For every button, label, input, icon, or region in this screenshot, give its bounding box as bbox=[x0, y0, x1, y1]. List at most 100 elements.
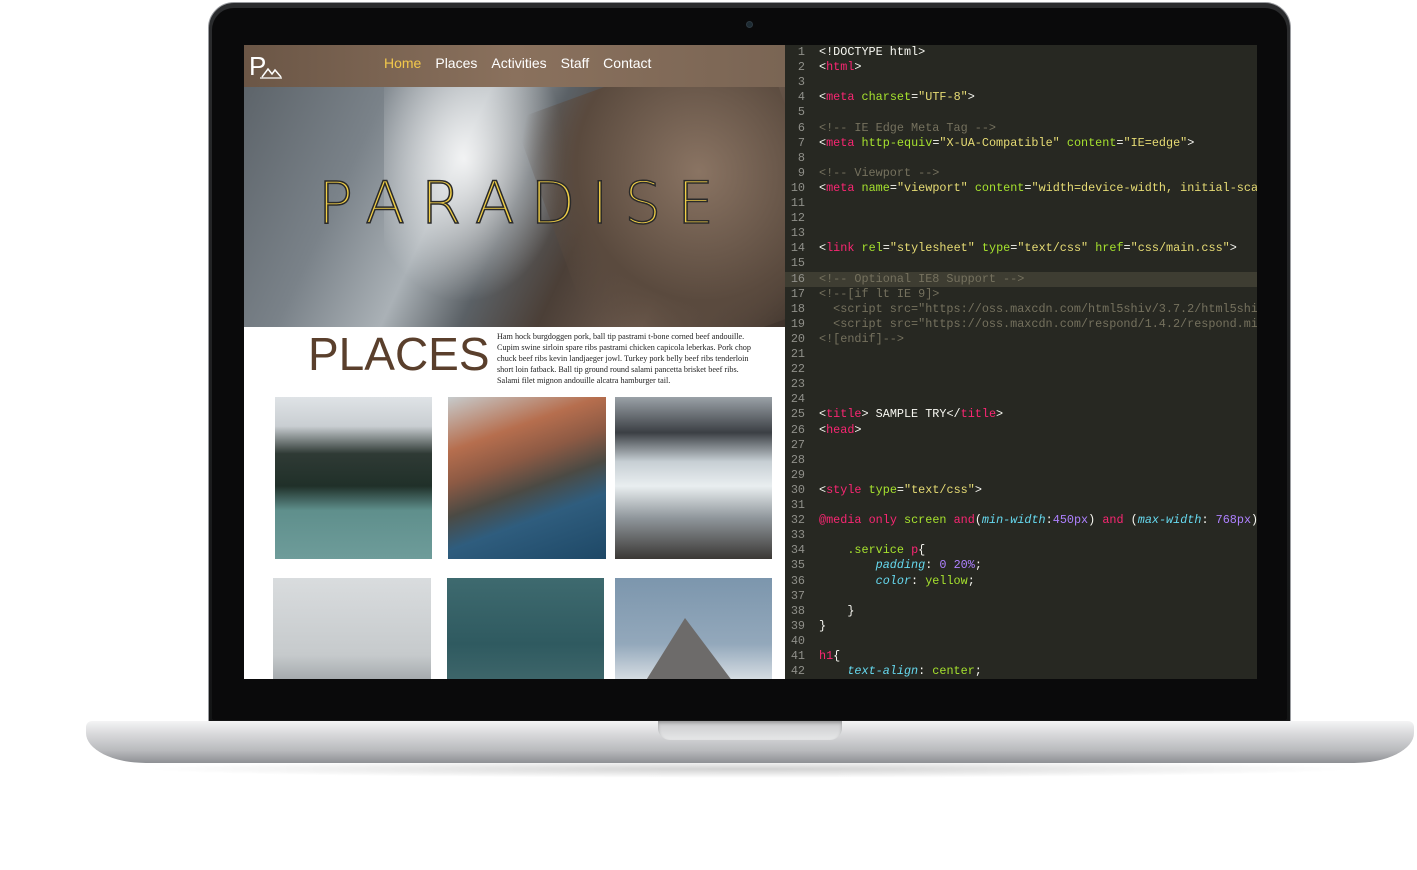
code-editor[interactable]: 1 <!DOCTYPE html> 2 <html> 3 4 <meta charset="… bbox=[785, 45, 1257, 679]
code-text: <style type="text/css"> bbox=[819, 483, 982, 497]
code-line[interactable]: 41 h1{ bbox=[785, 649, 1257, 664]
code-line[interactable]: 17 <!--[if lt IE 9]> bbox=[785, 287, 1257, 302]
nav-link-contact[interactable]: Contact bbox=[603, 55, 651, 71]
code-line[interactable]: 38 } bbox=[785, 604, 1257, 619]
code-token: and bbox=[1102, 513, 1124, 528]
nav-link-staff[interactable]: Staff bbox=[561, 55, 590, 71]
code-line[interactable]: 29 bbox=[785, 468, 1257, 483]
code-line[interactable]: 19 <script src="https://oss.maxcdn.com/r… bbox=[785, 317, 1257, 332]
logo-icon[interactable]: P bbox=[248, 51, 282, 81]
code-line[interactable]: 37 bbox=[785, 589, 1257, 604]
code-line[interactable]: 9 <!-- Viewport --> bbox=[785, 166, 1257, 181]
code-token: link bbox=[826, 241, 855, 256]
code-line[interactable]: 12 bbox=[785, 211, 1257, 226]
line-number: 20 bbox=[790, 331, 805, 346]
code-line[interactable]: 16 <!-- Optional IE8 Support --> bbox=[785, 271, 1257, 287]
code-token: ) { bbox=[1251, 513, 1257, 527]
code-token: { bbox=[833, 649, 841, 663]
code-line[interactable]: 11 bbox=[785, 196, 1257, 211]
nav-link-home[interactable]: Home bbox=[384, 55, 421, 71]
code-token: <script src="https://oss.maxcdn.com/html… bbox=[819, 301, 1257, 316]
code-line[interactable]: 40 bbox=[785, 634, 1257, 649]
photo-matterhorn[interactable] bbox=[615, 578, 772, 679]
code-line[interactable]: 8 bbox=[785, 151, 1257, 166]
code-line[interactable]: 14 <link rel="stylesheet" type="text/css"… bbox=[785, 241, 1257, 256]
code-line[interactable]: 21 bbox=[785, 347, 1257, 362]
places-heading: PLACES bbox=[308, 328, 490, 380]
line-number: 14 bbox=[790, 241, 805, 256]
code-text: } bbox=[819, 619, 826, 633]
code-token: <!-- IE Edge Meta Tag --> bbox=[819, 120, 996, 135]
code-line[interactable]: 22 bbox=[785, 362, 1257, 377]
code-line[interactable]: 2 <html> bbox=[785, 60, 1257, 75]
nav-link-activities[interactable]: Activities bbox=[491, 55, 546, 71]
code-line[interactable]: 39} bbox=[785, 619, 1257, 634]
code-token: = bbox=[896, 482, 905, 497]
code-line[interactable]: 35 padding: 0 20%; bbox=[785, 558, 1257, 573]
photo-cliff-village[interactable] bbox=[448, 397, 606, 559]
line-number: 6 bbox=[797, 120, 805, 135]
line-number: 31 bbox=[790, 498, 805, 512]
code-line[interactable]: 15 bbox=[785, 256, 1257, 271]
code-token: ( bbox=[1123, 513, 1138, 528]
code-line[interactable]: 1 <!DOCTYPE html> bbox=[785, 45, 1257, 60]
website-preview: P Home Places Activities Staff Contact PARAD… bbox=[244, 45, 785, 679]
code-line[interactable]: 4 <meta charset="UTF-8"> bbox=[785, 90, 1257, 105]
code-line[interactable]: 24 bbox=[785, 392, 1257, 407]
code-token: ) bbox=[1088, 513, 1103, 528]
code-line[interactable]: 23 bbox=[785, 377, 1257, 392]
photo-surfer[interactable] bbox=[615, 397, 772, 559]
nav-link-places[interactable]: Places bbox=[435, 55, 477, 71]
photo-ocean-kayak[interactable] bbox=[447, 578, 604, 679]
code-token: min-width bbox=[981, 513, 1046, 528]
code-line[interactable]: 18 <script src="https://oss.maxcdn.com/h… bbox=[785, 302, 1257, 317]
photo-pier[interactable] bbox=[273, 578, 431, 679]
code-token: @media bbox=[819, 513, 862, 528]
code-token: meta bbox=[826, 180, 855, 195]
code-line[interactable]: 32 @media only screen and(min-width:450px… bbox=[785, 513, 1257, 528]
code-token: http-equiv bbox=[861, 135, 933, 150]
code-line[interactable]: 25 <title> SAMPLE TRY</title> bbox=[785, 407, 1257, 422]
code-token: <![endif]--> bbox=[819, 331, 904, 346]
code-line[interactable]: 26 <head> bbox=[785, 423, 1257, 438]
code-line[interactable]: 3 bbox=[785, 75, 1257, 90]
code-line[interactable]: 30 <style type="text/css"> bbox=[785, 483, 1257, 498]
code-line[interactable]: 6 <!-- IE Edge Meta Tag --> bbox=[785, 121, 1257, 136]
code-line[interactable]: 36 color: yellow; bbox=[785, 574, 1257, 589]
line-number: 33 bbox=[790, 528, 805, 543]
code-token: <script src="https://oss.maxcdn.com/resp… bbox=[819, 316, 1257, 331]
code-token: "stylesheet" bbox=[889, 241, 975, 256]
code-line[interactable]: 42 text-align: center; bbox=[785, 664, 1257, 679]
code-token: html bbox=[826, 60, 855, 75]
code-token: 768px bbox=[1215, 513, 1252, 528]
code-line[interactable]: 27 bbox=[785, 438, 1257, 453]
line-number: 17 bbox=[790, 286, 805, 301]
code-line[interactable]: 20 <![endif]--> bbox=[785, 332, 1257, 347]
line-number: 4 bbox=[797, 90, 805, 105]
code-token: > bbox=[996, 407, 1004, 422]
code-line[interactable]: 13 bbox=[785, 226, 1257, 241]
line-number: 1 bbox=[797, 45, 805, 59]
site-nav: Home Places Activities Staff Contact bbox=[384, 55, 651, 71]
code-line[interactable]: 5 bbox=[785, 105, 1257, 120]
photo-mountain-lake[interactable] bbox=[275, 397, 432, 559]
code-token: { bbox=[918, 543, 926, 558]
code-token: > SAMPLE TRY</ bbox=[861, 407, 961, 422]
line-number: 34 bbox=[790, 543, 805, 558]
code-line[interactable]: 33 bbox=[785, 528, 1257, 543]
code-line[interactable]: 28 bbox=[785, 453, 1257, 468]
code-token: > bbox=[1229, 241, 1237, 256]
code-line[interactable]: 31 bbox=[785, 498, 1257, 513]
code-text: <!-- IE Edge Meta Tag --> bbox=[819, 121, 996, 135]
code-text: } bbox=[819, 604, 854, 618]
code-text: h1{ bbox=[819, 649, 840, 663]
code-line[interactable]: 7 <meta http-equiv="X-UA-Compatible" cont… bbox=[785, 136, 1257, 151]
code-line[interactable]: 34 .service p{ bbox=[785, 543, 1257, 558]
code-token: title bbox=[826, 407, 862, 422]
line-number: 21 bbox=[790, 347, 805, 361]
code-line[interactable]: 10 <meta name="viewport" content="width=d… bbox=[785, 181, 1257, 196]
code-token: type bbox=[981, 241, 1011, 256]
